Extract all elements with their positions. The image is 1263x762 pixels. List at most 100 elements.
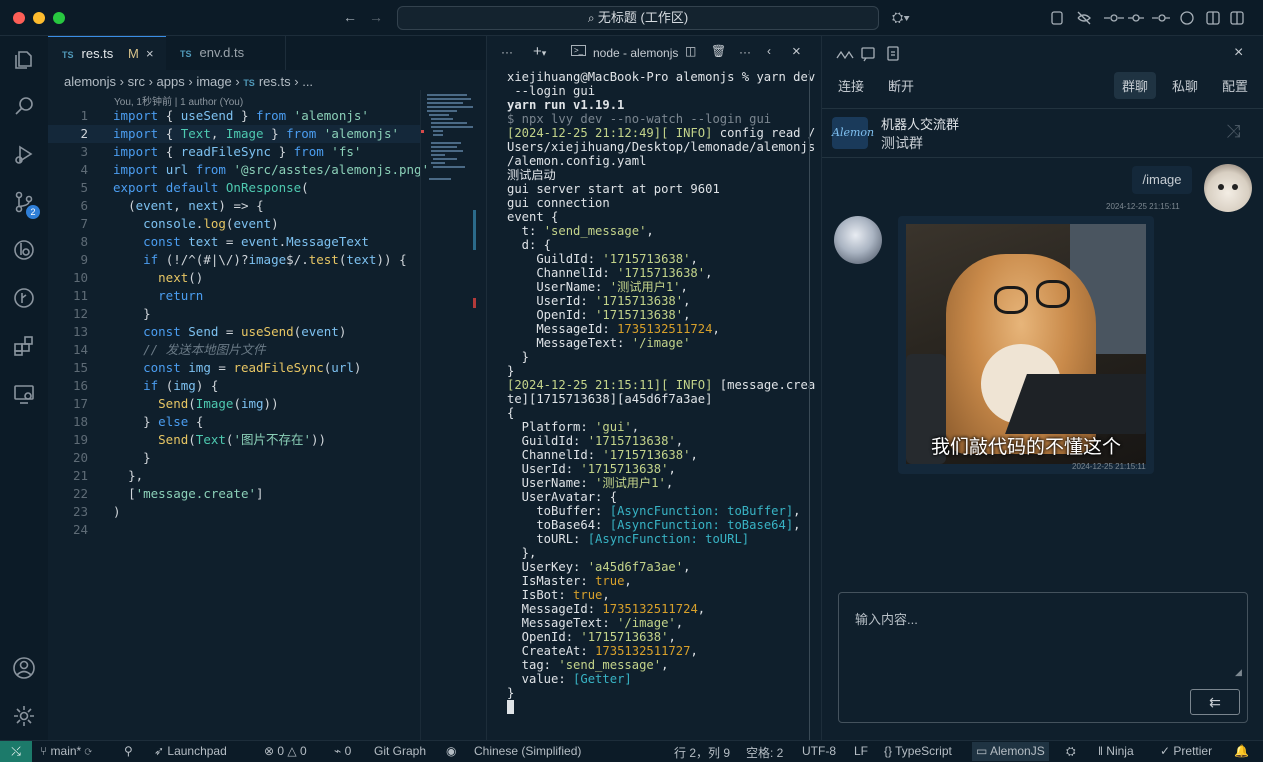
code-line[interactable]: 22 ['message.create'] bbox=[48, 485, 420, 503]
resize-handle-icon[interactable]: ◢ bbox=[1235, 667, 1242, 678]
indentation[interactable]: 空格: 2 bbox=[746, 744, 783, 761]
dog-glasses-right bbox=[1036, 280, 1070, 308]
code-line[interactable]: 15 const img = readFileSync(url) bbox=[48, 359, 420, 377]
remote-explorer-icon[interactable] bbox=[12, 382, 36, 406]
gitlens-icon[interactable] bbox=[12, 238, 36, 262]
minimap[interactable] bbox=[420, 90, 484, 740]
launchpad-status[interactable]: ➶ Launchpad bbox=[154, 744, 227, 758]
command-center-search[interactable]: ⌕ 无标题 (工作区) bbox=[397, 6, 879, 30]
breadcrumb-item[interactable]: src bbox=[128, 74, 145, 89]
prettier-status[interactable]: ✓ Prettier bbox=[1160, 744, 1212, 758]
settings-gear-icon[interactable] bbox=[12, 704, 36, 728]
code-line[interactable]: 20 } bbox=[48, 449, 420, 467]
breadcrumb-item[interactable]: alemonjs bbox=[64, 74, 116, 89]
tab-env-d-ts[interactable]: TS env.d.ts bbox=[166, 36, 286, 70]
more-actions-icon[interactable]: ··· bbox=[739, 45, 751, 59]
terminal-line: UserKey: 'a45d6f7a3ae', bbox=[507, 560, 691, 574]
breadcrumb-item[interactable]: image bbox=[196, 74, 231, 89]
run-debug-icon[interactable] bbox=[12, 142, 36, 166]
breadcrumb-item[interactable]: ... bbox=[302, 74, 313, 89]
tab-config[interactable]: 配置 bbox=[1222, 76, 1248, 95]
code-line[interactable]: 4 import url from '@src/asstes/alemonjs.p… bbox=[48, 161, 429, 179]
close-panel-icon[interactable]: × bbox=[1234, 44, 1243, 62]
code-line[interactable]: 16 if (img) { bbox=[48, 377, 420, 395]
back-arrow-icon[interactable]: ← bbox=[343, 9, 357, 25]
git-blame-annotation[interactable]: You, 1秒钟前 | 1 author (You) bbox=[114, 93, 243, 108]
code-line[interactable]: 10 next() bbox=[48, 269, 420, 287]
alemonjs-status[interactable]: ▭ AlemonJS bbox=[972, 742, 1049, 761]
language-pack-status[interactable]: Chinese (Simplified) bbox=[474, 744, 581, 758]
ninja-status[interactable]: ǁ Ninja bbox=[1098, 744, 1134, 758]
code-line[interactable]: 14 // 发送本地图片文件 bbox=[48, 341, 420, 359]
code-line[interactable]: 24 bbox=[48, 521, 420, 539]
avatar[interactable] bbox=[834, 216, 882, 264]
tab-res-ts[interactable]: TS res.ts M × bbox=[48, 36, 166, 70]
terminal-title[interactable]: node - alemonjs bbox=[593, 46, 678, 60]
line-number: 20 bbox=[72, 450, 88, 465]
avatar[interactable] bbox=[1204, 164, 1252, 212]
tab-private-chat[interactable]: 私聊 bbox=[1172, 76, 1198, 95]
more-actions-icon[interactable]: ··· bbox=[501, 45, 513, 59]
code-editor[interactable]: 1 import { useSend } from 'alemonjs' 2 impo… bbox=[48, 107, 429, 539]
branch-status[interactable]: ⑂ main* ⟳ bbox=[40, 744, 92, 758]
code-line[interactable]: 17 Send(Image(img)) bbox=[48, 395, 420, 413]
zoom-window-button[interactable] bbox=[53, 12, 65, 24]
code-line[interactable]: 3 import { readFileSync } from 'fs' bbox=[48, 143, 420, 161]
shuffle-icon[interactable]: ⤨ bbox=[1226, 121, 1240, 142]
shiba-meme-image[interactable]: 我们敲代码的不懂这个 bbox=[906, 224, 1146, 464]
code-line[interactable]: 1 import { useSend } from 'alemonjs' bbox=[48, 107, 420, 125]
scrollbar[interactable] bbox=[473, 210, 476, 250]
git-graph-status[interactable]: Git Graph bbox=[374, 744, 426, 758]
group-header[interactable]: Alemon 机器人交流群 测试群 ⤨ bbox=[822, 108, 1263, 158]
chat-input[interactable]: 输入内容... ◢ ⇇ bbox=[838, 592, 1248, 723]
terminal-output[interactable]: xiejihuang@MacBook-Pro alemonjs % yarn d… bbox=[507, 70, 815, 714]
forward-arrow-icon[interactable]: → bbox=[369, 9, 383, 25]
code-line[interactable]: 2 import { Text, Image } from 'alemonjs' bbox=[48, 125, 420, 143]
kill-terminal-icon[interactable]: 🗑 bbox=[711, 44, 726, 58]
code-line[interactable]: 19 Send(Text('图片不存在')) bbox=[48, 431, 420, 449]
code-line[interactable]: 6 (event, next) => { bbox=[48, 197, 420, 215]
code-line[interactable]: 7 console.log(event) bbox=[48, 215, 420, 233]
tab-group-chat[interactable]: 群聊 bbox=[1114, 72, 1157, 99]
search-icon[interactable] bbox=[12, 94, 36, 118]
ports-status[interactable]: ⌁ 0 bbox=[334, 744, 351, 758]
code-line[interactable]: 12 } bbox=[48, 305, 420, 323]
connect-button[interactable]: 连接 bbox=[838, 76, 864, 95]
split-terminal-icon[interactable]: ◫ bbox=[685, 44, 696, 58]
eye-icon[interactable]: ◉ bbox=[446, 744, 456, 758]
remote-indicator[interactable]: ⤯ bbox=[0, 741, 32, 762]
code-line[interactable]: 13 const Send = useSend(event) bbox=[48, 323, 420, 341]
explorer-icon[interactable] bbox=[12, 48, 36, 72]
breadcrumb-item[interactable]: apps bbox=[157, 74, 185, 89]
git-graph-icon[interactable] bbox=[12, 286, 36, 310]
close-panel-icon[interactable]: × bbox=[792, 43, 801, 60]
code-line[interactable]: 11 return bbox=[48, 287, 420, 305]
chevron-left-icon[interactable]: ‹ bbox=[767, 44, 771, 58]
code-line[interactable]: 5 export default OnResponse( bbox=[48, 179, 420, 197]
end-of-line[interactable]: LF bbox=[854, 744, 868, 758]
layout-controls-icon[interactable] bbox=[1050, 10, 1250, 26]
code-line[interactable]: 8 const text = event.MessageText bbox=[48, 233, 420, 251]
code-line[interactable]: 9 if (!/^(#|\/)?image$/.test(text)) { bbox=[48, 251, 420, 269]
copilot-icon[interactable]: ⛭ bbox=[1066, 744, 1076, 759]
bell-icon[interactable]: 🔔 bbox=[1234, 744, 1249, 758]
problems-status[interactable]: ⊗ 0 △ 0 bbox=[264, 744, 307, 758]
disconnect-button[interactable]: 断开 bbox=[888, 76, 914, 95]
account-icon[interactable] bbox=[12, 656, 36, 680]
liveshare-icon[interactable]: ⚲ bbox=[124, 744, 133, 758]
close-tab-icon[interactable]: × bbox=[146, 37, 154, 71]
code-line[interactable]: 21 }, bbox=[48, 467, 420, 485]
send-button[interactable]: ⇇ bbox=[1190, 689, 1240, 715]
copilot-icon[interactable]: ⛭▾ bbox=[892, 9, 910, 26]
encoding[interactable]: UTF-8 bbox=[802, 744, 836, 758]
code-line[interactable]: 18 } else { bbox=[48, 413, 420, 431]
cursor-position[interactable]: 行 2，列 9 bbox=[674, 744, 730, 761]
extensions-icon[interactable] bbox=[12, 334, 36, 358]
new-terminal-icon[interactable]: +▾ bbox=[533, 43, 546, 60]
close-window-button[interactable] bbox=[13, 12, 25, 24]
code-line[interactable]: 23) bbox=[48, 503, 420, 521]
language-mode[interactable]: {} TypeScript bbox=[884, 744, 952, 758]
terminal-scrollbar[interactable] bbox=[809, 70, 810, 740]
breadcrumb-item[interactable]: res.ts bbox=[259, 74, 291, 89]
minimize-window-button[interactable] bbox=[33, 12, 45, 24]
